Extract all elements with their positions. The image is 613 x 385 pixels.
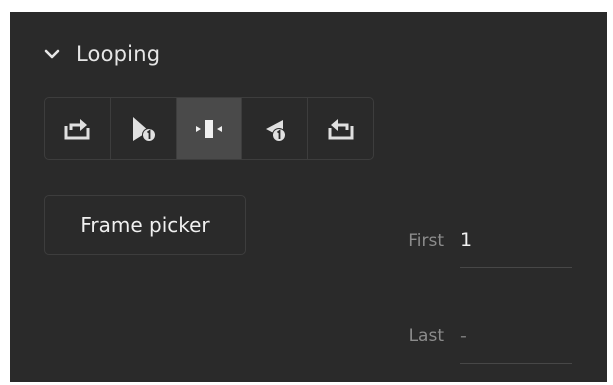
play-once-reverse-icon <box>265 119 286 142</box>
last-frame-input[interactable]: - <box>460 308 572 364</box>
looping-section-header[interactable]: Looping <box>42 34 160 74</box>
loop-mode-selector <box>44 97 374 160</box>
last-frame-label: Last <box>408 326 444 346</box>
play-once-reverse-button[interactable] <box>242 98 309 159</box>
first-frame-input[interactable]: 1 <box>460 212 572 268</box>
last-frame-value: - <box>460 324 467 347</box>
single-frame-button[interactable] <box>176 98 243 159</box>
play-once-button[interactable] <box>111 98 177 159</box>
loop-reverse-button[interactable] <box>308 98 373 159</box>
section-title: Looping <box>76 42 161 66</box>
first-frame-value: 1 <box>460 228 473 251</box>
frame-picker-button[interactable]: Frame picker <box>44 195 246 255</box>
loop-icon <box>64 118 90 139</box>
first-frame-label: First <box>408 231 444 251</box>
loop-reverse-icon <box>328 118 354 139</box>
play-once-icon <box>133 116 157 142</box>
loop-button[interactable] <box>45 98 111 159</box>
chevron-down-icon[interactable] <box>42 44 62 64</box>
single-frame-icon <box>195 119 222 138</box>
